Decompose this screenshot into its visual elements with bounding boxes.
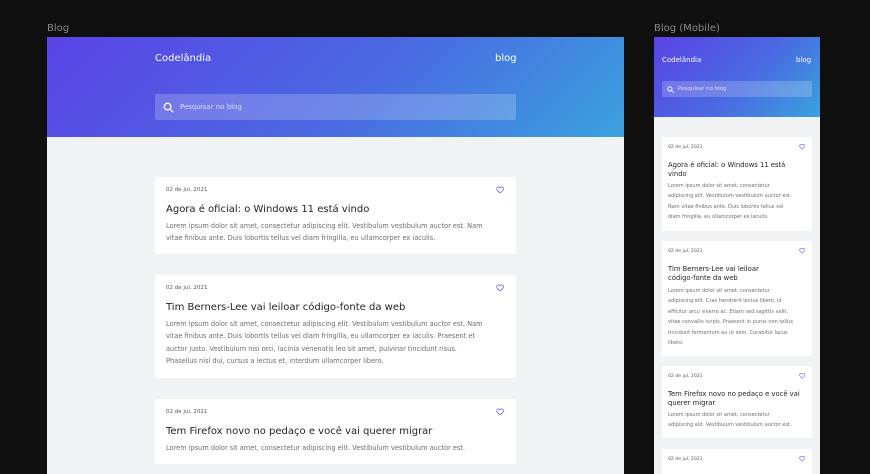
search-placeholder: Pesquisar no blog bbox=[180, 103, 242, 111]
post-title[interactable]: Tim Berners-Lee vai leiloar código-fonte… bbox=[668, 265, 802, 282]
nav-link-blog[interactable]: blog bbox=[495, 53, 517, 64]
nav-link-blog[interactable]: blog bbox=[796, 56, 811, 64]
post-excerpt: Lorem ipsum dolor sit amet, consectetur … bbox=[668, 288, 793, 347]
post-card[interactable]: 02 de jul, 2021 Agora é oficial: o Windo… bbox=[155, 177, 516, 254]
heart-icon[interactable] bbox=[799, 372, 806, 379]
brand-logo[interactable]: Codelândia bbox=[155, 53, 211, 64]
heart-icon[interactable] bbox=[799, 455, 806, 462]
search-input[interactable]: Pesquisar no blog bbox=[155, 94, 516, 120]
post-card[interactable]: 02 de jul, 2021 Tim Berners-Lee vai leil… bbox=[662, 241, 812, 356]
mobile-blog-frame: Codelândia blog Pesquisar no blog 02 de … bbox=[654, 37, 820, 474]
heart-icon[interactable] bbox=[799, 143, 806, 150]
post-card[interactable]: 02 de jul, 2021 Tim Berners-Lee vai leil… bbox=[155, 275, 516, 378]
search-icon bbox=[163, 102, 174, 113]
post-excerpt: Lorem ipsum dolor sit amet, consectetur … bbox=[166, 222, 483, 243]
post-excerpt: Lorem ipsum dolor sit amet, consectetur … bbox=[166, 444, 466, 452]
heart-icon[interactable] bbox=[496, 283, 505, 292]
post-excerpt: Lorem ipsum dolor sit amet, consectetur … bbox=[668, 183, 792, 221]
post-date: 02 de jul, 2021 bbox=[668, 374, 703, 379]
post-excerpt: Lorem ipsum dolor sit amet, consectetur … bbox=[668, 412, 792, 429]
brand-logo[interactable]: Codelândia bbox=[662, 56, 701, 64]
search-input[interactable]: Pesquisar no blog bbox=[662, 81, 812, 97]
heart-icon[interactable] bbox=[496, 185, 505, 194]
search-icon bbox=[667, 85, 674, 93]
post-title[interactable]: Tim Berners-Lee vai leiloar código-fonte… bbox=[166, 302, 506, 313]
post-title[interactable]: Agora é oficial: o Windows 11 está vindo bbox=[668, 161, 802, 178]
post-date: 02 de jul, 2021 bbox=[668, 145, 703, 150]
post-title[interactable]: Tem Firefox novo no pedaço e você vai qu… bbox=[668, 390, 802, 407]
search-placeholder: Pesquisar no blog bbox=[678, 86, 727, 92]
post-card[interactable]: 02 de jul, 2021 Agora é oficial: o Windo… bbox=[662, 137, 812, 231]
desktop-frame-label: Blog bbox=[47, 23, 70, 34]
post-date: 02 de jul, 2021 bbox=[166, 409, 208, 415]
post-title[interactable]: Tem Firefox novo no pedaço e você vai qu… bbox=[166, 426, 506, 437]
heart-icon[interactable] bbox=[496, 407, 505, 416]
mobile-frame-label: Blog (Mobile) bbox=[654, 23, 720, 34]
post-title[interactable]: Agora é oficial: o Windows 11 está vindo bbox=[166, 204, 506, 215]
post-date: 02 de jul, 2021 bbox=[166, 285, 208, 291]
post-date: 02 de jul, 2021 bbox=[668, 249, 703, 254]
post-date: 02 de jul, 2021 bbox=[668, 457, 703, 462]
post-card[interactable]: 02 de jul, 2021 bbox=[662, 449, 812, 474]
desktop-blog-frame: Codelândia blog Pesquisar no blog 02 de … bbox=[47, 37, 624, 474]
heart-icon[interactable] bbox=[799, 247, 806, 254]
post-date: 02 de jul, 2021 bbox=[166, 187, 208, 193]
post-card[interactable]: 02 de jul, 2021 Tem Firefox novo no peda… bbox=[662, 366, 812, 438]
header-hero: Codelândia blog Pesquisar no blog bbox=[654, 37, 820, 117]
header-hero: Codelândia blog Pesquisar no blog bbox=[47, 37, 624, 137]
post-card[interactable]: 02 de jul, 2021 Tem Firefox novo no peda… bbox=[155, 399, 516, 464]
post-excerpt: Lorem ipsum dolor sit amet, consectetur … bbox=[166, 320, 483, 366]
